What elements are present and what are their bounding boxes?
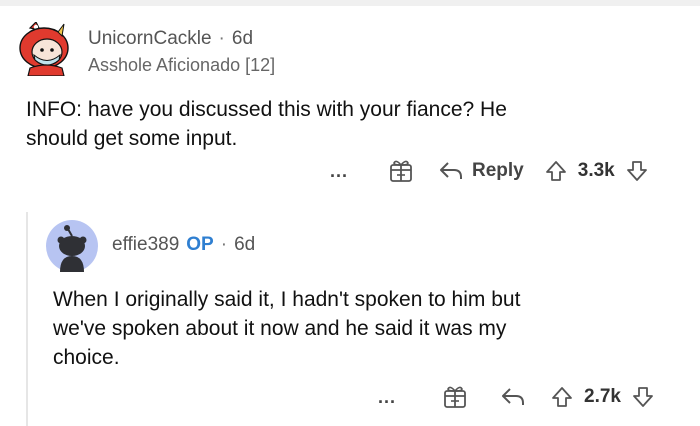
avatar-snoo[interactable] [46, 220, 98, 272]
username[interactable]: effie389 [112, 234, 179, 256]
comment-body-line: When I originally said it, I hadn't spok… [53, 288, 521, 311]
downvote-icon[interactable] [631, 385, 655, 409]
reply-icon[interactable] [500, 386, 526, 408]
comment-actions: ... Reply 3.3k [330, 158, 649, 184]
top-divider [0, 0, 700, 6]
award-icon[interactable] [442, 384, 468, 410]
vote-count: 3.3k [577, 160, 615, 181]
downvote-icon[interactable] [625, 159, 649, 183]
vote-count: 2.7k [584, 386, 621, 407]
comment-age: 6d [234, 234, 256, 255]
reply-label: Reply [472, 160, 524, 181]
thread-line[interactable] [26, 212, 28, 426]
more-icon[interactable]: ... [330, 161, 354, 182]
separator-dot: · [220, 234, 228, 255]
comment-header: effie389 OP · 6d [112, 234, 255, 256]
comment-body-line: we've spoken about it now and he said it… [53, 317, 507, 340]
comment-body-line: choice. [53, 346, 120, 369]
comment-body-line: should get some input. [26, 127, 238, 150]
user-flair: Asshole Aficionado [12] [88, 55, 276, 75]
comment-body: INFO: have you discussed this with your … [26, 95, 686, 153]
upvote-icon[interactable] [550, 385, 574, 409]
reply-icon [440, 162, 462, 179]
upvote-icon[interactable] [544, 159, 568, 183]
more-icon[interactable]: ... [378, 387, 402, 408]
award-icon[interactable] [388, 158, 414, 184]
op-badge: OP [186, 234, 214, 255]
comment-body-line: INFO: have you discussed this with your … [26, 98, 507, 121]
comment-actions: ... 2.7k [378, 384, 655, 410]
username[interactable]: UnicornCackle [88, 28, 212, 50]
comment-age: 6d [231, 28, 254, 49]
reply-button[interactable]: Reply [438, 160, 524, 182]
comment-header: UnicornCackle · 6d [88, 28, 253, 50]
separator-dot: · [218, 28, 225, 49]
avatar-unicorn[interactable] [18, 20, 72, 77]
comment-body: When I originally said it, I hadn't spok… [53, 285, 693, 372]
